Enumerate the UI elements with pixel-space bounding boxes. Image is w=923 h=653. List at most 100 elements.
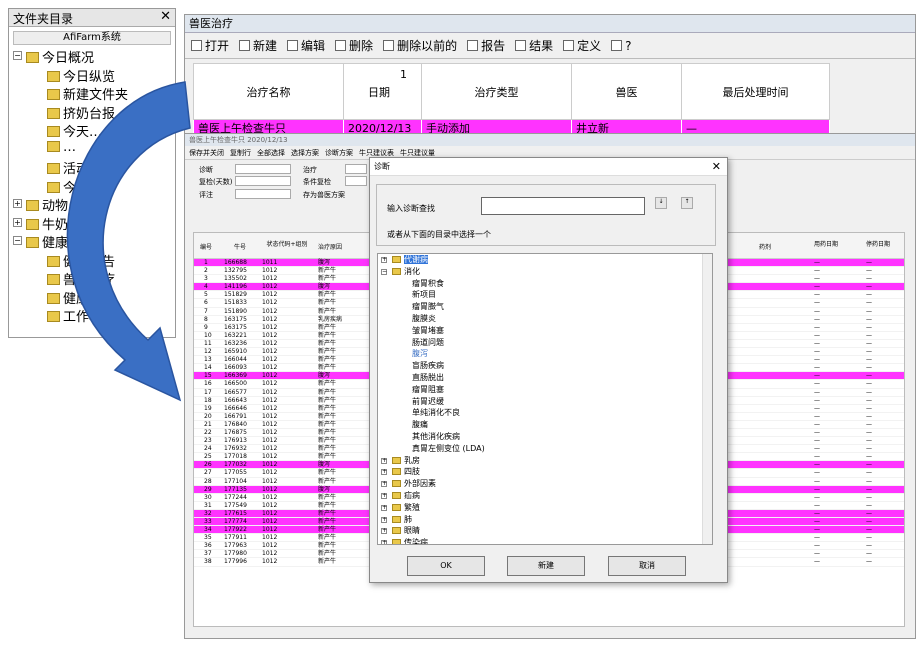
col-no[interactable]: 编号	[200, 242, 212, 251]
expand-icon[interactable]: +	[381, 504, 387, 511]
diagnosis-item[interactable]: + 外部因素	[378, 478, 712, 490]
toolbar-button-label: 新建	[253, 39, 278, 53]
search-prev-icon[interactable]: ↑	[681, 197, 693, 209]
col-last-time[interactable]: 最后处理时间	[681, 63, 830, 120]
cell: 37	[204, 550, 212, 558]
collapse-icon[interactable]: −	[13, 51, 22, 60]
tree-item-label: 今日概况	[42, 51, 95, 66]
col-status[interactable]: 状态代码+组别	[262, 239, 312, 248]
comment-select[interactable]	[235, 189, 291, 199]
expand-icon[interactable]: +	[381, 516, 387, 523]
tree-scrollbar[interactable]	[702, 254, 712, 544]
cell: 163175	[224, 315, 247, 323]
expand-icon[interactable]: +	[13, 199, 22, 208]
diagnosis-item[interactable]: 直肠脱出	[378, 372, 712, 384]
col-drug[interactable]: 药剂	[759, 242, 771, 251]
col-date[interactable]: 日期 1	[343, 63, 422, 120]
diagnosis-item[interactable]: 瘤胃阻塞	[378, 384, 712, 396]
tree-item[interactable]: − 今日概况	[9, 47, 175, 66]
collapse-icon[interactable]: −	[381, 268, 387, 275]
toolbar-button[interactable]: 结果	[515, 37, 553, 54]
empty-cell: —	[814, 339, 820, 347]
cell: 新产牛	[318, 299, 337, 307]
toolbar-button[interactable]: 报告	[467, 37, 505, 54]
folder-icon	[392, 503, 401, 511]
toolbar-button[interactable]: 编辑	[287, 37, 325, 54]
treat-input[interactable]	[345, 164, 367, 174]
toolbar-button[interactable]: 牛只建议量	[400, 148, 435, 158]
collapse-icon[interactable]: −	[13, 236, 22, 245]
empty-cell: —	[866, 307, 872, 315]
empty-cell: —	[866, 404, 872, 412]
diagnosis-item[interactable]: 盲肠疾病	[378, 360, 712, 372]
ok-button[interactable]: OK	[407, 556, 485, 576]
diagnosis-item[interactable]: 前胃迟缓	[378, 396, 712, 408]
expand-icon[interactable]: +	[381, 257, 387, 263]
expand-icon[interactable]: +	[381, 540, 387, 544]
empty-cell: —	[866, 388, 872, 396]
diagnosis-item[interactable]: 瘤胃臌气	[378, 301, 712, 313]
diagnosis-item[interactable]: 肠道问题	[378, 337, 712, 349]
folder-icon	[392, 527, 401, 535]
col-drug-date[interactable]: 用药日期	[814, 239, 838, 248]
toolbar-button[interactable]: 诊断方案	[325, 148, 353, 158]
repeat-input[interactable]	[235, 176, 291, 186]
expand-icon[interactable]: +	[381, 528, 387, 535]
toolbar-button[interactable]: 牛只建议表	[359, 148, 394, 158]
diag-input[interactable]	[235, 164, 291, 174]
cell: 新产牛	[318, 388, 337, 396]
col-treatment-type[interactable]: 治疗类型	[421, 63, 572, 120]
col-vet[interactable]: 兽医	[571, 63, 682, 120]
diagnosis-item[interactable]: 新项目	[378, 289, 712, 301]
new-button[interactable]: 新建	[507, 556, 585, 576]
diagnosis-item[interactable]: 腹膜炎	[378, 313, 712, 325]
close-icon[interactable]: ✕	[712, 158, 721, 176]
col-reason[interactable]: 治疗原因	[318, 242, 342, 251]
diagnosis-search-input[interactable]	[481, 197, 645, 215]
expand-icon[interactable]: +	[381, 457, 387, 464]
search-next-icon[interactable]: ↓	[655, 197, 667, 209]
cell: 新产牛	[318, 356, 337, 364]
expand-icon[interactable]: +	[381, 469, 387, 476]
cond-input[interactable]	[345, 176, 367, 186]
toolbar-button[interactable]: 选择方案	[291, 148, 319, 158]
toolbar-button[interactable]: 全部选择	[257, 148, 285, 158]
diagnosis-item[interactable]: 腹泻	[378, 348, 712, 360]
diagnosis-item[interactable]: 单纯消化不良	[378, 407, 712, 419]
col-stop-date[interactable]: 停药日期	[866, 239, 890, 248]
close-icon[interactable]: ✕	[160, 9, 171, 24]
diagnosis-item[interactable]: + 眼睛	[378, 525, 712, 537]
toolbar-button[interactable]: 复制行	[230, 148, 251, 158]
diagnosis-item[interactable]: 皱胃堵塞	[378, 325, 712, 337]
diagnosis-item[interactable]: + 代谢病	[378, 254, 712, 266]
diagnosis-item-label: 盲肠疾病	[412, 361, 444, 371]
cell: 20	[204, 412, 212, 420]
cell: 22	[204, 428, 212, 436]
empty-cell: —	[866, 283, 872, 291]
diagnosis-item[interactable]: 真胃左侧变位 (LDA)	[378, 443, 712, 455]
expand-icon[interactable]: +	[381, 481, 387, 488]
expand-icon[interactable]: +	[381, 492, 387, 499]
diagnosis-item[interactable]: + 四肢	[378, 466, 712, 478]
diagnosis-item[interactable]: + 传染病	[378, 537, 712, 544]
toolbar-button[interactable]: 删除	[335, 37, 373, 54]
empty-cell: —	[814, 372, 820, 380]
diagnosis-item[interactable]: 瘤胃积食	[378, 278, 712, 290]
col-cow[interactable]: 牛号	[234, 242, 246, 251]
toolbar-button[interactable]: 打开	[191, 37, 229, 54]
cancel-button[interactable]: 取消	[608, 556, 686, 576]
diagnosis-item[interactable]: + 乳房	[378, 455, 712, 467]
diagnosis-item[interactable]: 腹痛	[378, 419, 712, 431]
diagnosis-item[interactable]: − 消化	[378, 266, 712, 278]
diagnosis-item[interactable]: + 肺	[378, 514, 712, 526]
toolbar-button[interactable]: 定义	[563, 37, 601, 54]
col-treatment-name[interactable]: 治疗名称	[193, 63, 344, 120]
toolbar-button[interactable]: ?	[611, 39, 632, 53]
toolbar-button[interactable]: 新建	[239, 37, 277, 54]
toolbar-button[interactable]: 删除以前的	[383, 37, 457, 54]
cell: 166791	[224, 412, 247, 420]
diagnosis-item[interactable]: 其他消化疾病	[378, 431, 712, 443]
expand-icon[interactable]: +	[13, 217, 22, 227]
diagnosis-item[interactable]: + 疝病	[378, 490, 712, 502]
diagnosis-item[interactable]: + 繁殖	[378, 502, 712, 514]
